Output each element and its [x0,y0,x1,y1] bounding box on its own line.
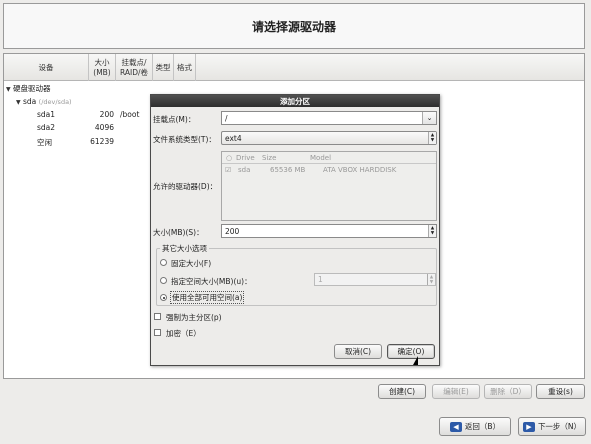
create-button[interactable]: 创建(C) [378,384,426,399]
dialog-title: 添加分区 [151,95,439,107]
column-device[interactable]: 设备 [4,54,89,81]
drive-row[interactable]: ☑ sda 65536 MB ATA VBOX HARDDISK [222,164,436,178]
page-header: 请选择源驱动器 [3,3,585,49]
drive-col-name: Drive [236,154,255,162]
size-value[interactable]: 200 [225,227,239,236]
spin-arrows-icon: ▲ ▼ [427,274,435,285]
partition-mount: /boot [120,110,140,119]
partition-size: 4096 [94,123,114,132]
drives-list-header: ○ Drive Size Model [222,152,436,164]
mount-point-combo[interactable]: / ⌄ [221,111,437,125]
partition-size: 200 [99,110,114,119]
encrypt-label[interactable]: 加密（E） [166,328,201,339]
page-title: 请选择源驱动器 [251,19,336,34]
upto-size-spinbox: 1 ▲ ▼ [314,273,436,286]
drive-size: 65536 MB [270,166,306,174]
column-type[interactable]: 类型 [153,54,174,81]
drive-checkbox[interactable]: ☑ [225,166,231,174]
select-arrows-icon: ▲ ▼ [428,132,436,144]
edit-button[interactable]: 编辑(E) [432,384,480,399]
drive-col-size: Size [262,154,277,162]
arrow-left-icon: ◀ [449,421,462,432]
radio-header-icon: ○ [226,154,233,162]
arrow-right-icon: ▶ [522,421,535,432]
fill-space-radio[interactable] [160,294,167,301]
add-partition-dialog: 添加分区 挂载点(M)： / ⌄ 文件系统类型(T)： ext4 ▲ ▼ 允许的驱… [150,94,440,366]
cancel-button[interactable]: 取消(C) [334,344,382,359]
encrypt-checkbox[interactable] [154,329,161,336]
fixed-size-label[interactable]: 固定大小(F) [171,258,211,269]
drive-col-model: Model [310,154,332,162]
drive-name: sda [238,166,251,174]
size-spinbox[interactable]: 200 ▲ ▼ [221,224,437,238]
mount-point-label: 挂载点(M)： [153,115,196,124]
disk-name: sda [23,97,37,106]
chevron-down-icon[interactable]: ⌄ [422,112,436,124]
ok-button[interactable]: 确定(O) [387,344,435,359]
size-options-group: 其它大小选项 固定大小(F) 指定空间大小(MB)(u)： 1 ▲ ▼ 使用全部可… [156,243,437,306]
disk-path: (/dev/sda) [38,98,72,106]
expand-arrow-icon[interactable]: ▼ [6,86,11,93]
next-button[interactable]: ▶ 下一步（N） [518,417,586,436]
size-options-legend: 其它大小选项 [160,243,209,254]
next-button-label: 下一步（N） [537,422,582,431]
upto-size-label[interactable]: 指定空间大小(MB)(u)： [171,276,252,287]
expand-arrow-icon[interactable]: ▼ [16,99,21,106]
tree-root-row[interactable]: ▼ 硬盘驱动器 [6,83,51,94]
upto-size-radio[interactable] [160,277,167,284]
back-button[interactable]: ◀ 返回（B） [439,417,511,436]
tree-disk-row[interactable]: ▼ sda (/dev/sda) [16,97,72,106]
delete-button[interactable]: 删除（D） [484,384,532,399]
drive-model: ATA VBOX HARDDISK [323,166,397,174]
drives-label: 允许的驱动器(D)： [153,182,218,191]
fstype-label: 文件系统类型(T)： [153,135,216,144]
spin-arrows-icon[interactable]: ▲ ▼ [428,225,436,237]
partition-size: 61239 [90,137,114,146]
column-format[interactable]: 格式 [174,54,196,81]
drives-list[interactable]: ○ Drive Size Model ☑ sda 65536 MB ATA VB… [221,151,437,221]
tree-root-label: 硬盘驱动器 [13,84,51,93]
mount-point-value[interactable]: / [225,114,228,123]
force-primary-label[interactable]: 强制为主分区(p) [166,312,222,323]
partition-name: sda2 [37,123,56,132]
column-mount[interactable]: 挂载点/ RAID/卷 [116,54,153,81]
reset-button[interactable]: 重设(s) [536,384,585,399]
upto-size-value: 1 [318,275,323,284]
partition-name: sda1 [37,110,56,119]
mouse-cursor-icon [413,356,418,365]
size-label: 大小(MB)(S)： [153,228,204,237]
back-button-label: 返回（B） [464,422,501,431]
fixed-size-radio[interactable] [160,259,167,266]
column-size[interactable]: 大小 (MB) [89,54,116,81]
fstype-value: ext4 [225,133,242,143]
table-header: 设备 大小 (MB) 挂载点/ RAID/卷 类型 格式 [4,54,584,81]
partition-name: 空闲 [37,138,52,147]
fstype-select[interactable]: ext4 ▲ ▼ [221,131,437,145]
fill-space-label[interactable]: 使用全部可用空间(a) [170,291,245,304]
force-primary-checkbox[interactable] [154,313,161,320]
